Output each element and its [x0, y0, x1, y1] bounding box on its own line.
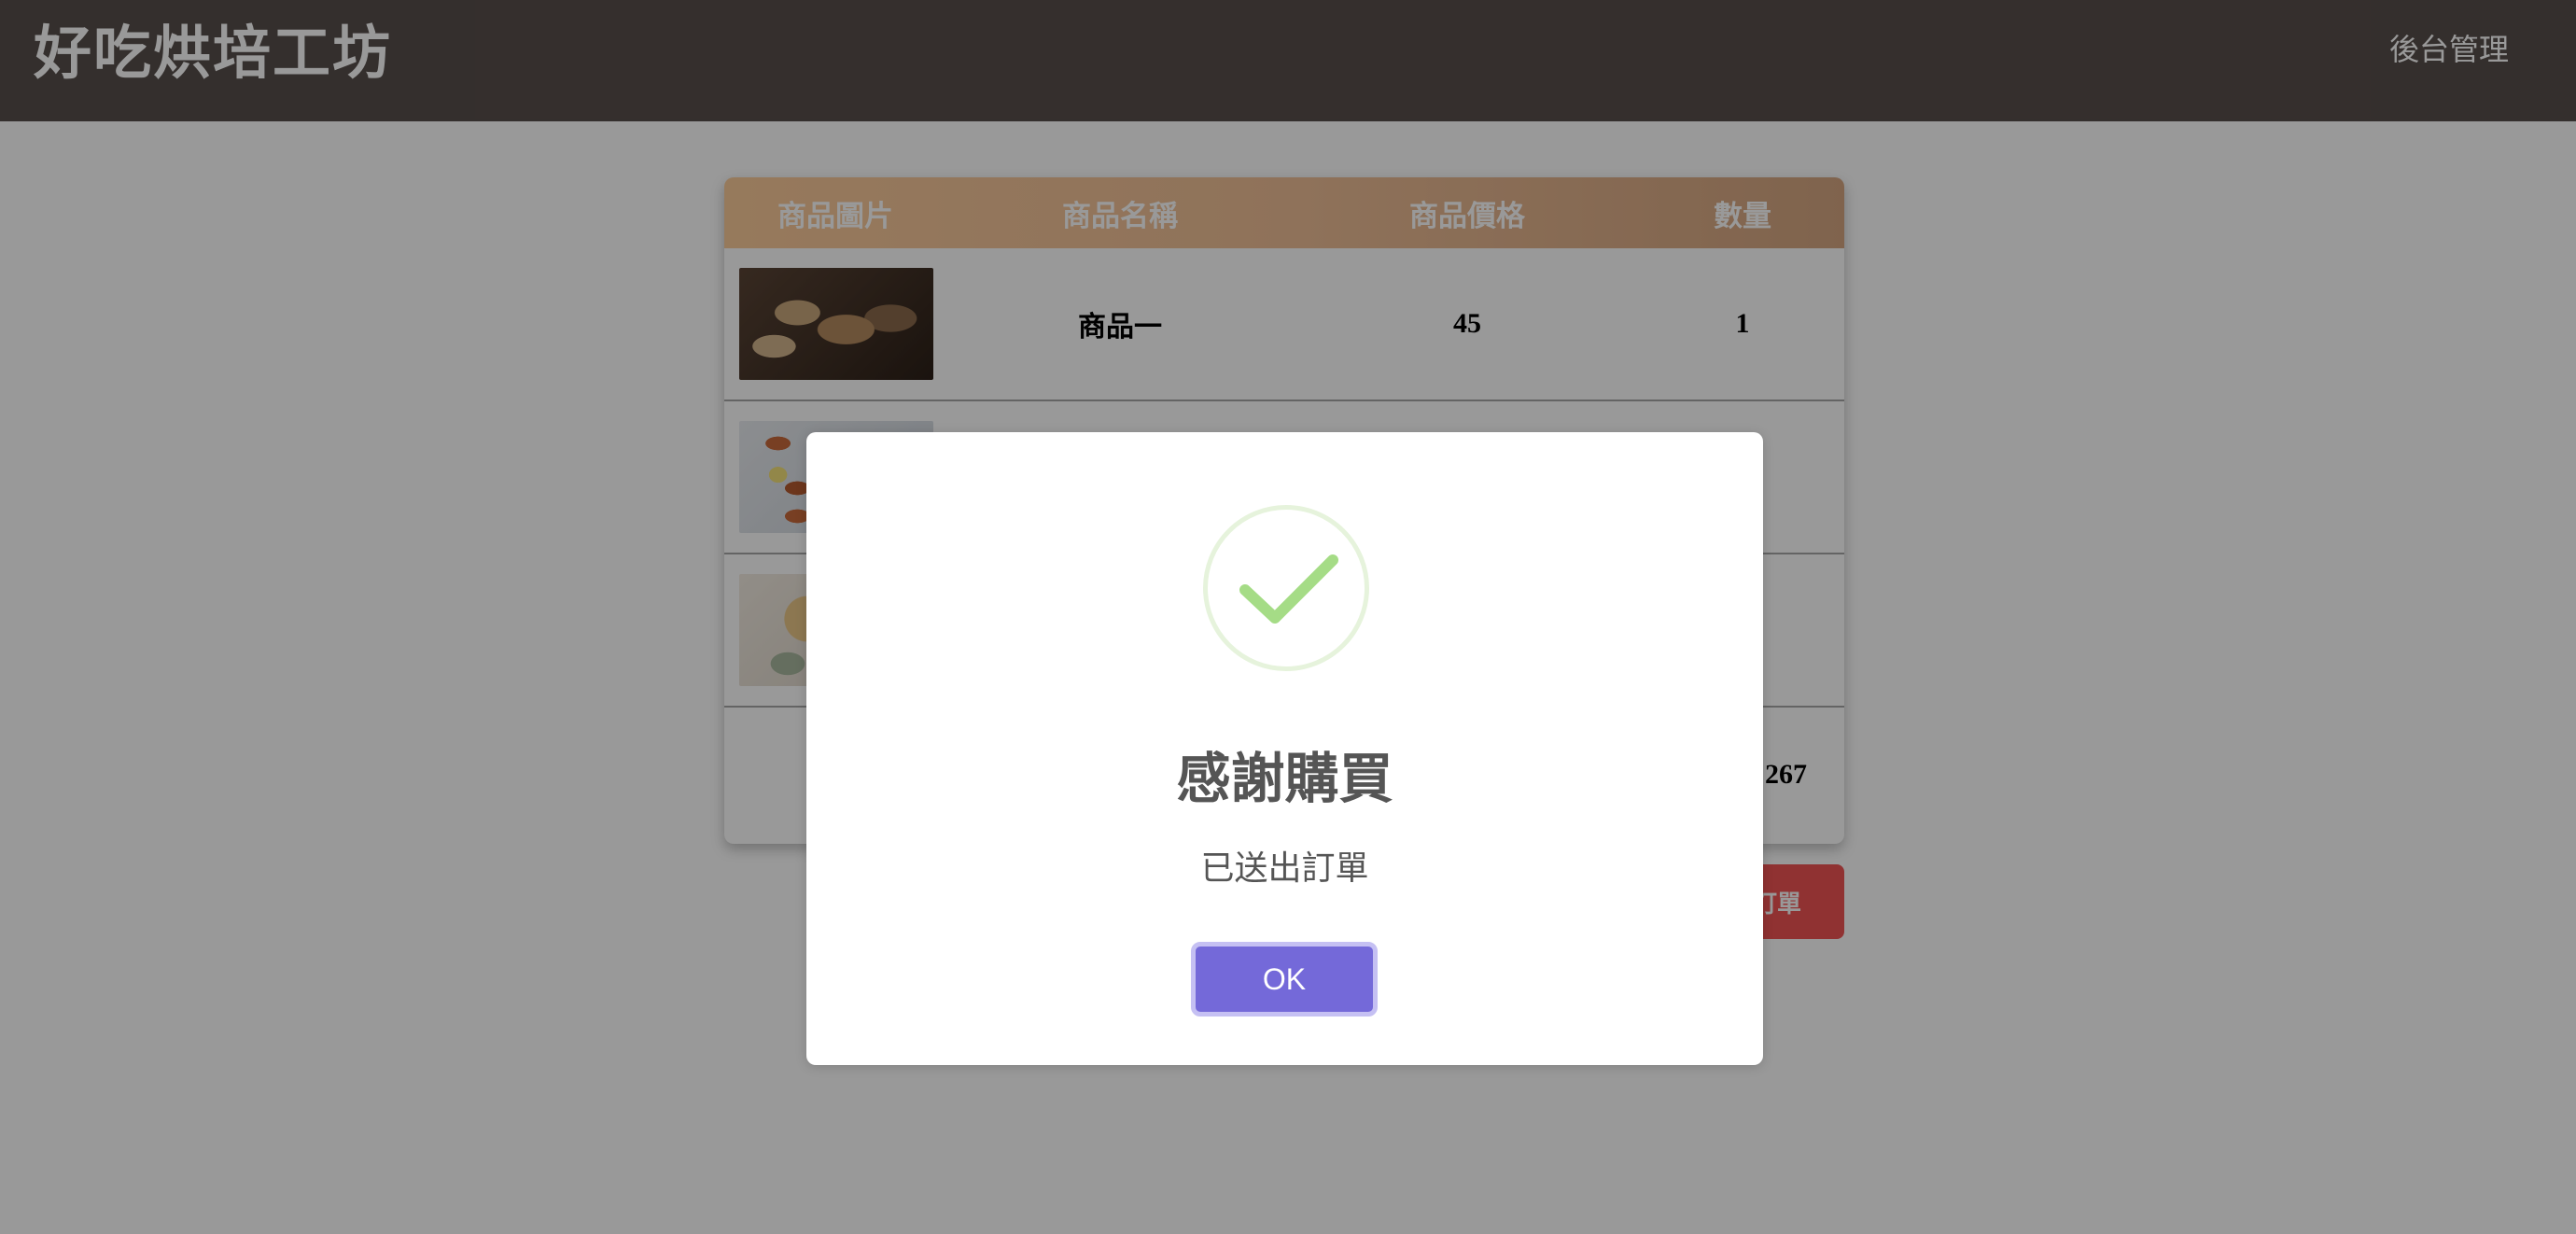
- success-check-icon: [1203, 505, 1369, 671]
- dialog-message: 已送出訂單: [1200, 849, 1369, 888]
- ok-button[interactable]: OK: [1191, 942, 1378, 1017]
- dialog-title: 感謝購買: [1176, 747, 1393, 810]
- success-dialog: 感謝購買 已送出訂單 OK: [806, 432, 1763, 1065]
